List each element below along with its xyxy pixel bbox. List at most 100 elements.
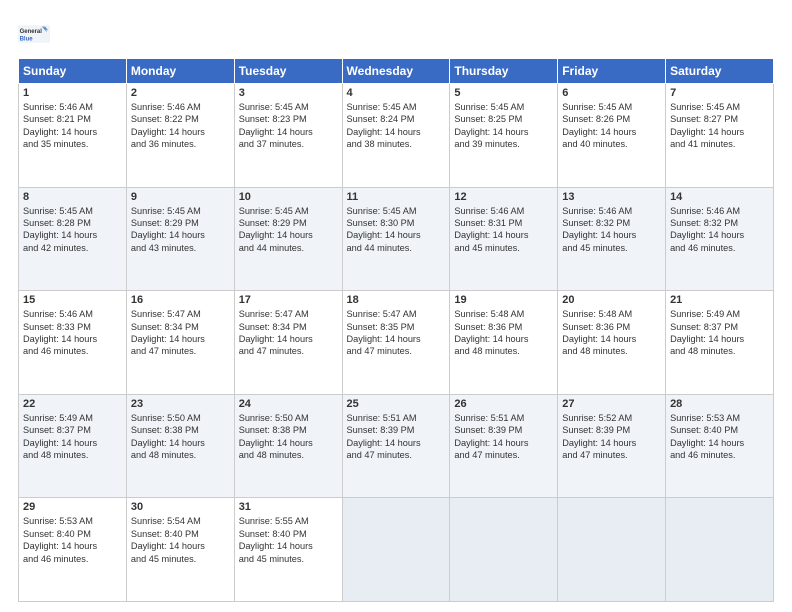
cell-info: Sunrise: 5:47 AMSunset: 8:34 PMDaylight:… [239,308,338,358]
day-number: 15 [23,294,122,306]
day-number: 8 [23,191,122,203]
calendar-cell: 30 Sunrise: 5:54 AMSunset: 8:40 PMDayligh… [126,498,234,602]
cell-line: Daylight: 14 hours [23,541,97,551]
week-row-5: 29 Sunrise: 5:53 AMSunset: 8:40 PMDayligh… [19,498,774,602]
calendar-cell: 3Sunrise: 5:45 AMSunset: 8:23 PMDaylight… [234,84,342,188]
cell-line: and 47 minutes. [239,346,304,356]
cell-line: Daylight: 14 hours [131,334,205,344]
header: GeneralBlue [18,18,774,50]
cell-line: Daylight: 14 hours [23,334,97,344]
cell-line: and 46 minutes. [670,243,735,253]
calendar-cell: 26Sunrise: 5:51 AMSunset: 8:39 PMDayligh… [450,394,558,498]
calendar-cell: 11Sunrise: 5:45 AMSunset: 8:30 PMDayligh… [342,187,450,291]
calendar-cell: 13Sunrise: 5:46 AMSunset: 8:32 PMDayligh… [558,187,666,291]
day-number: 29 [23,501,122,513]
day-number: 18 [347,294,446,306]
calendar-cell: 20Sunrise: 5:48 AMSunset: 8:36 PMDayligh… [558,291,666,395]
cell-line: Daylight: 14 hours [239,230,313,240]
cell-line: Sunset: 8:40 PM [131,529,199,539]
cell-line: Sunrise: 5:45 AM [239,102,309,112]
cell-line: Daylight: 14 hours [347,230,421,240]
calendar-cell: 25Sunrise: 5:51 AMSunset: 8:39 PMDayligh… [342,394,450,498]
cell-info: Sunrise: 5:55 AMSunset: 8:40 PMDaylight:… [239,515,338,565]
day-number: 22 [23,398,122,410]
cell-line: Sunrise: 5:46 AM [670,206,740,216]
cell-line: Sunset: 8:27 PM [670,114,738,124]
day-number: 9 [131,191,230,203]
week-row-3: 15Sunrise: 5:46 AMSunset: 8:33 PMDayligh… [19,291,774,395]
day-number: 23 [131,398,230,410]
cell-line: and 39 minutes. [454,139,519,149]
cell-line: Daylight: 14 hours [131,127,205,137]
cell-info: Sunrise: 5:46 AMSunset: 8:31 PMDaylight:… [454,205,553,255]
day-number: 16 [131,294,230,306]
calendar-cell: 1Sunrise: 5:46 AMSunset: 8:21 PMDaylight… [19,84,127,188]
week-row-1: 1Sunrise: 5:46 AMSunset: 8:21 PMDaylight… [19,84,774,188]
cell-line: and 35 minutes. [23,139,88,149]
cell-line: Sunset: 8:34 PM [131,322,199,332]
cell-line: Sunrise: 5:45 AM [562,102,632,112]
calendar-cell: 22 Sunrise: 5:49 AMSunset: 8:37 PMDayligh… [19,394,127,498]
day-number: 30 [131,501,230,513]
cell-line: Daylight: 14 hours [670,230,744,240]
calendar-cell: 23Sunrise: 5:50 AMSunset: 8:38 PMDayligh… [126,394,234,498]
cell-line: Sunset: 8:40 PM [239,529,307,539]
cell-line: and 38 minutes. [347,139,412,149]
cell-line: Sunrise: 5:48 AM [454,309,524,319]
calendar-table: SundayMondayTuesdayWednesdayThursdayFrid… [18,58,774,602]
cell-line: Daylight: 14 hours [347,127,421,137]
day-number: 11 [347,191,446,203]
cell-line: Sunrise: 5:47 AM [131,309,201,319]
calendar-cell: 21Sunrise: 5:49 AMSunset: 8:37 PMDayligh… [666,291,774,395]
cell-line: and 46 minutes. [23,554,88,564]
week-row-4: 22 Sunrise: 5:49 AMSunset: 8:37 PMDayligh… [19,394,774,498]
calendar-cell: 27Sunrise: 5:52 AMSunset: 8:39 PMDayligh… [558,394,666,498]
cell-line: and 45 minutes. [239,554,304,564]
cell-line: and 47 minutes. [562,450,627,460]
cell-info: Sunrise: 5:46 AMSunset: 8:32 PMDaylight:… [562,205,661,255]
cell-info: Sunrise: 5:45 AMSunset: 8:27 PMDaylight:… [670,101,769,151]
day-number: 3 [239,87,338,99]
cell-line: Sunset: 8:34 PM [239,322,307,332]
calendar-cell: 16 Sunrise: 5:47 AM Sunset: 8:34 PM Dayligh… [126,291,234,395]
cell-line: and 37 minutes. [239,139,304,149]
cell-line: Daylight: 14 hours [131,438,205,448]
calendar-cell: 31Sunrise: 5:55 AMSunset: 8:40 PMDayligh… [234,498,342,602]
svg-text:General: General [20,29,43,35]
cell-line: Sunrise: 5:46 AM [23,309,93,319]
cell-line: Daylight: 14 hours [239,334,313,344]
cell-line: Sunrise: 5:45 AM [454,102,524,112]
cell-line: Sunrise: 5:52 AM [562,413,632,423]
day-number: 24 [239,398,338,410]
cell-line: Sunrise: 5:51 AM [454,413,524,423]
cell-info: Sunrise: 5:54 AMSunset: 8:40 PMDaylight:… [131,515,230,565]
cell-line: Sunset: 8:40 PM [670,425,738,435]
col-header-tuesday: Tuesday [234,59,342,84]
cell-line: Sunset: 8:29 PM [239,218,307,228]
cell-line: and 41 minutes. [670,139,735,149]
cell-line: Sunset: 8:39 PM [562,425,630,435]
svg-text:Blue: Blue [20,36,34,42]
calendar-cell: 8Sunrise: 5:45 AMSunset: 8:28 PMDaylight… [19,187,127,291]
calendar-cell: 24Sunrise: 5:50 AMSunset: 8:38 PMDayligh… [234,394,342,498]
calendar-cell: 9Sunrise: 5:45 AMSunset: 8:29 PMDaylight… [126,187,234,291]
calendar-cell: 15Sunrise: 5:46 AMSunset: 8:33 PMDayligh… [19,291,127,395]
cell-line: Daylight: 14 hours [454,334,528,344]
cell-line: Sunset: 8:25 PM [454,114,522,124]
day-number: 14 [670,191,769,203]
cell-line: Sunrise: 5:48 AM [562,309,632,319]
day-number: 6 [562,87,661,99]
cell-line: Sunrise: 5:55 AM [239,516,309,526]
calendar-cell [666,498,774,602]
day-number: 2 [131,87,230,99]
cell-line: and 44 minutes. [347,243,412,253]
cell-line: and 43 minutes. [131,243,196,253]
cell-line: Daylight: 14 hours [562,127,636,137]
cell-info: Sunrise: 5:53 AMSunset: 8:40 PMDaylight:… [23,515,122,565]
cell-line: and 48 minutes. [23,450,88,460]
cell-line: Daylight: 14 hours [670,127,744,137]
cell-info: Sunrise: 5:49 AMSunset: 8:37 PMDaylight:… [23,412,122,462]
cell-line: Sunset: 8:23 PM [239,114,307,124]
cell-line: and 48 minutes. [131,450,196,460]
day-number: 28 [670,398,769,410]
